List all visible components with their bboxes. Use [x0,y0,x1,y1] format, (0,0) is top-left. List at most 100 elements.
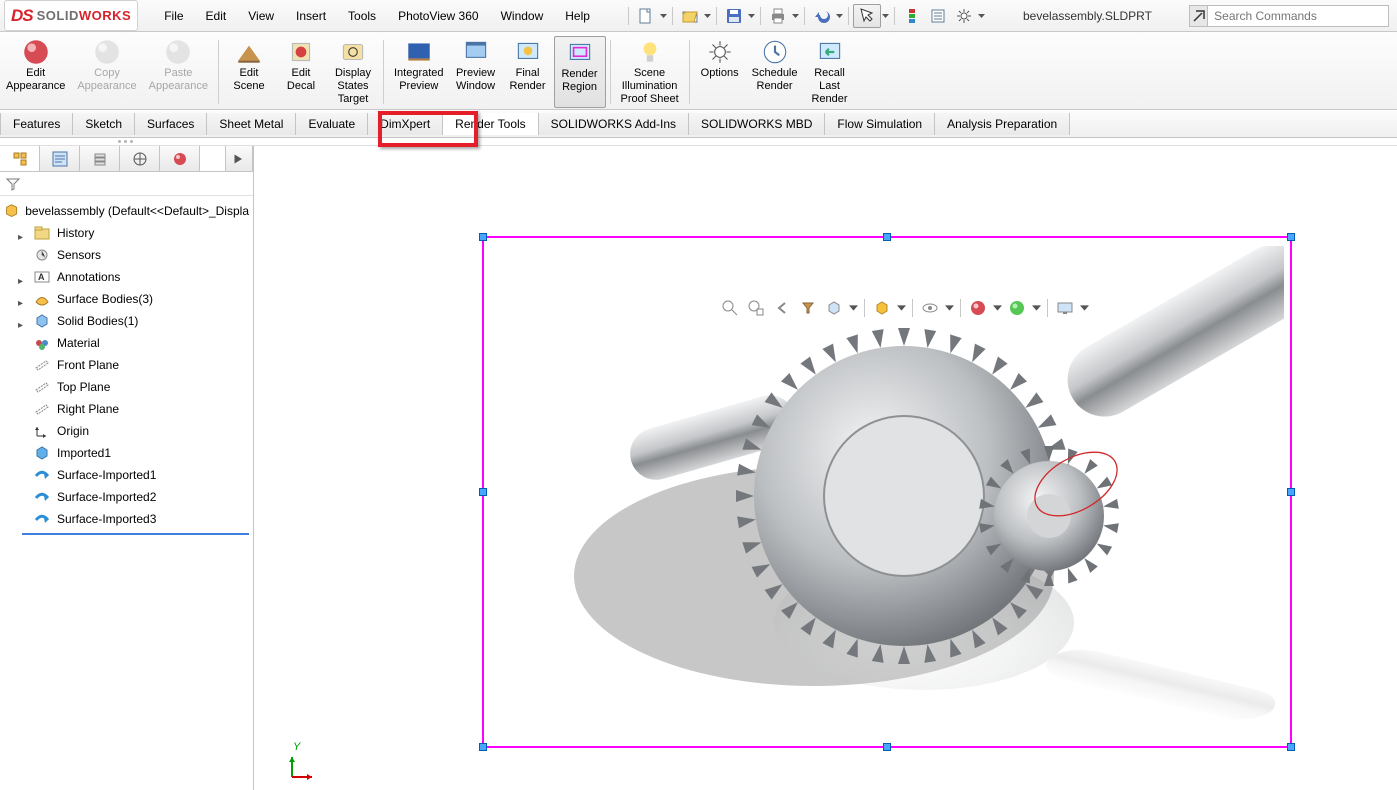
tree-item-10[interactable]: Imported1 [4,442,249,464]
cm-tab-handle[interactable] [0,138,1397,146]
integrated-preview-button[interactable]: IntegratedPreview [388,36,450,108]
edit-scene-label: EditScene [233,67,264,93]
expand-toggle[interactable] [18,229,27,238]
region-handle-mr[interactable] [1287,488,1295,496]
select-button[interactable] [853,4,881,28]
tree-item-label: Surface-Imported1 [57,468,156,482]
options-button[interactable] [951,5,977,27]
expand-toggle[interactable] [18,317,27,326]
tree-item-7[interactable]: Top Plane [4,376,249,398]
print-button[interactable] [765,5,791,27]
tree-item-12[interactable]: Surface-Imported2 [4,486,249,508]
preview-window-icon [461,38,491,66]
tab-evaluate[interactable]: Evaluate [296,113,368,135]
undo-dropdown[interactable] [835,7,844,25]
print-dropdown[interactable] [791,7,800,25]
schedule-render-label: ScheduleRender [752,67,798,93]
fm-tab-displaymanager[interactable] [160,146,200,171]
search-commands[interactable] [1189,5,1389,27]
tree-item-3[interactable]: Surface Bodies(3) [4,288,249,310]
region-handle-bm[interactable] [883,743,891,751]
new-file-dropdown[interactable] [659,7,668,25]
tree-item-0[interactable]: History [4,222,249,244]
tree-item-13[interactable]: Surface-Imported3 [4,508,249,530]
tree-item-5[interactable]: Material [4,332,249,354]
select-dropdown[interactable] [881,7,890,25]
tab-dimxpert[interactable]: DimXpert [368,113,443,135]
menu-tools[interactable]: Tools [338,5,386,27]
search-commands-input[interactable] [1208,9,1388,23]
fm-expand-button[interactable] [225,146,253,171]
menu-help[interactable]: Help [555,5,600,27]
fm-tab-propertymanager[interactable] [40,146,80,171]
graphics-area[interactable]: Y [254,146,1397,790]
tree-item-8[interactable]: Right Plane [4,398,249,420]
open-file-dropdown[interactable] [703,7,712,25]
region-handle-br[interactable] [1287,743,1295,751]
tree-item-9[interactable]: Origin [4,420,249,442]
schedule-render-button[interactable]: ScheduleRender [746,36,804,108]
tree-item-6[interactable]: Front Plane [4,354,249,376]
edit-decal-button[interactable]: EditDecal [275,36,327,108]
simported-icon [33,488,51,506]
tab-sheet-metal[interactable]: Sheet Metal [207,113,296,135]
tree-item-2[interactable]: AAnnotations [4,266,249,288]
render-region-button[interactable]: RenderRegion [554,36,606,108]
menu-view[interactable]: View [238,5,284,27]
decal-icon [286,38,316,66]
options-dropdown[interactable] [977,7,986,25]
tab-analysis-prep[interactable]: Analysis Preparation [935,113,1070,135]
tab-addins[interactable]: SOLIDWORKS Add-Ins [539,113,689,135]
undo-button[interactable] [809,5,835,27]
tab-surfaces[interactable]: Surfaces [135,113,207,135]
edit-scene-button[interactable]: EditScene [223,36,275,108]
expand-toggle[interactable] [18,273,27,282]
tab-features[interactable]: Features [0,113,73,135]
scene-illumination-button[interactable]: SceneIlluminationProof Sheet [615,36,685,108]
open-file-button[interactable] [677,5,703,27]
tree-item-1[interactable]: Sensors [4,244,249,266]
render-region-selection[interactable] [482,236,1292,748]
tree-item-11[interactable]: Surface-Imported1 [4,464,249,486]
tab-mbd[interactable]: SOLIDWORKS MBD [689,113,825,135]
tree-root-label: bevelassembly (Default<<Default>_Displa [25,204,249,218]
fm-tab-configmanager[interactable] [80,146,120,171]
final-render-button[interactable]: FinalRender [502,36,554,108]
menu-file[interactable]: File [154,5,193,27]
title-menu-bar: DS SOLID WORKS File Edit View Insert Too… [0,0,1397,32]
region-handle-ml[interactable] [479,488,487,496]
region-handle-tm[interactable] [883,233,891,241]
preview-window-button[interactable]: PreviewWindow [450,36,502,108]
tree-item-4[interactable]: Solid Bodies(1) [4,310,249,332]
rebuild-button[interactable] [899,5,925,27]
save-dropdown[interactable] [747,7,756,25]
display-states-target-button[interactable]: DisplayStatesTarget [327,36,379,108]
logo-solid: SOLID [37,8,79,23]
expand-toggle [18,405,27,414]
tab-flow-sim[interactable]: Flow Simulation [825,113,935,135]
expand-toggle[interactable] [18,295,27,304]
region-handle-tl[interactable] [479,233,487,241]
region-handle-bl[interactable] [479,743,487,751]
menu-insert[interactable]: Insert [286,5,336,27]
tab-sketch[interactable]: Sketch [73,113,135,135]
fm-tab-dimxpertmanager[interactable] [120,146,160,171]
rollback-bar[interactable] [22,533,249,535]
tab-render-tools[interactable]: Render Tools [443,113,539,135]
recall-last-render-button[interactable]: RecallLastRender [804,36,856,108]
feature-tree-filter[interactable] [0,172,253,196]
menu-pv360[interactable]: PhotoView 360 [388,5,489,27]
fm-tab-featuretree[interactable] [0,146,40,171]
tree-root[interactable]: bevelassembly (Default<<Default>_Displa [4,200,249,222]
final-render-icon [513,38,543,66]
edit-appearance-button[interactable]: EditAppearance [0,36,71,108]
menu-window[interactable]: Window [491,5,554,27]
triad-y-label: Y [293,741,300,753]
save-button[interactable] [721,5,747,27]
file-properties-button[interactable] [925,5,951,27]
menu-edit[interactable]: Edit [196,5,237,27]
new-file-button[interactable] [633,5,659,27]
region-handle-tr[interactable] [1287,233,1295,241]
render-options-button[interactable]: Options [694,36,746,108]
sphere-icon [21,38,51,66]
